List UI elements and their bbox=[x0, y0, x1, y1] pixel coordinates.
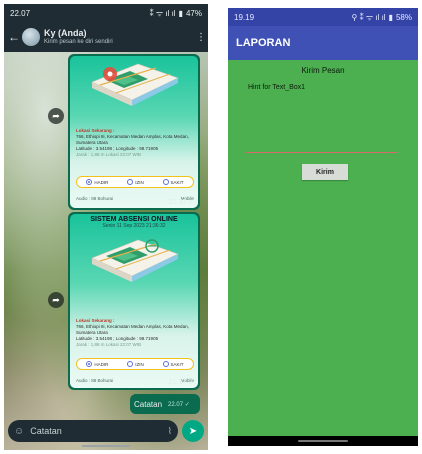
status-bar: 19.19 ⚲ ⁑ ᯤ ıl ıl ▮ 58% bbox=[228, 8, 418, 26]
attendance-options: HADIR IZIN SAKIT bbox=[76, 176, 194, 188]
card-date: Senin 11 Sep 2023 21:36:32 bbox=[102, 223, 166, 229]
emoji-icon[interactable]: ☺ bbox=[14, 426, 24, 437]
form-title: Kirim Pesan bbox=[301, 66, 345, 75]
send-button[interactable]: Kirim bbox=[302, 164, 348, 180]
text-box-hint[interactable]: Hint for Text_Box1 bbox=[248, 84, 305, 91]
message-time: 22.07 ✓ bbox=[168, 401, 190, 408]
battery-icon: ▮ bbox=[388, 12, 393, 22]
battery-level: 58% bbox=[395, 12, 412, 22]
contact-name: Ky (Anda) bbox=[44, 27, 87, 38]
battery-icon: ▮ bbox=[178, 8, 183, 18]
chat-title[interactable]: Ky (Anda) Kirim pesan ke diri sendiri bbox=[44, 27, 196, 45]
location-info: Lokasi Sekarang : 766, Ethiopi 8i, Kecam… bbox=[76, 128, 189, 158]
option-izin[interactable]: IZIN bbox=[127, 361, 144, 367]
arrow-left-icon[interactable]: ← bbox=[8, 30, 20, 44]
home-indicator[interactable] bbox=[298, 440, 348, 442]
message-composer[interactable]: ☺ Catatan ⌇ bbox=[8, 420, 178, 442]
message-bubble[interactable]: SISTEM ABSENSI ONLINE Senin 11 Sep 2023 … bbox=[68, 212, 200, 390]
message-time: 21.37 ✓ bbox=[168, 379, 194, 386]
text-message-bubble[interactable]: Catatan 22.07 ✓ bbox=[130, 394, 200, 414]
forward-icon[interactable]: ➦ bbox=[48, 108, 64, 124]
forward-icon[interactable]: ➦ bbox=[48, 292, 64, 308]
battery-level: 47% bbox=[185, 8, 202, 18]
status-bar: 22.07 ⁑ ᯤ ıl ıl ▮ 47% bbox=[4, 4, 208, 22]
attendance-card: SISTEM ABSENSI ONLINE Senin 11 Sep 2023 … bbox=[70, 214, 198, 388]
home-indicator[interactable] bbox=[82, 445, 130, 447]
paperclip-icon[interactable]: ⌇ bbox=[168, 426, 172, 437]
chat-header: ← Ky (Anda) Kirim pesan ke diri sendiri … bbox=[4, 22, 208, 52]
report-screen: 19.19 ⚲ ⁑ ᯤ ıl ıl ▮ 58% LAPORAN Kirim Pe… bbox=[228, 8, 418, 446]
option-sakit[interactable]: SAKIT bbox=[162, 361, 184, 367]
contact-subtitle: Kirim pesan ke diri sendiri bbox=[44, 38, 113, 45]
message-input[interactable]: Catatan bbox=[30, 426, 161, 436]
attendance-options: HADIR IZIN SAKIT bbox=[76, 358, 194, 370]
option-hadir[interactable]: HADIR bbox=[86, 361, 108, 367]
attendance-card: Lokasi Sekarang : 766, Ethiopi 8i, Kecam… bbox=[70, 56, 198, 208]
message-bubble[interactable]: Lokasi Sekarang : 766, Ethiopi 8i, Kecam… bbox=[68, 54, 200, 210]
message-text: Catatan bbox=[134, 399, 163, 409]
card-title: SISTEM ABSENSI ONLINE bbox=[90, 216, 178, 223]
option-izin[interactable]: IZIN bbox=[127, 179, 144, 185]
status-time: 22.07 bbox=[10, 8, 31, 18]
signal-icons: ⁑ ᯤ ıl ıl bbox=[149, 8, 176, 18]
map-illustration bbox=[91, 63, 179, 106]
navigation-bar bbox=[228, 436, 418, 446]
send-icon: ➤ bbox=[188, 425, 198, 437]
app-bar: LAPORAN bbox=[228, 26, 418, 60]
text-box-underline[interactable] bbox=[246, 152, 398, 153]
option-sakit[interactable]: SAKIT bbox=[162, 179, 184, 185]
more-vert-icon[interactable]: ⋮ bbox=[196, 32, 206, 43]
message-time: 21.37 ✓ bbox=[168, 199, 194, 206]
chat-screen: 22.07 ⁑ ᯤ ıl ıl ▮ 47% ← Ky (Anda) Kirim … bbox=[4, 4, 208, 450]
location-info: Lokasi Sekarang : 766, Ethiopi 8i, Kecam… bbox=[76, 318, 189, 348]
signal-icons: ⚲ ⁑ ᯤ ıl ıl bbox=[351, 12, 386, 22]
avatar[interactable] bbox=[22, 28, 40, 46]
app-title: LAPORAN bbox=[236, 37, 291, 49]
status-time: 19.19 bbox=[234, 12, 255, 22]
option-hadir[interactable]: HADIR bbox=[86, 179, 108, 185]
map-illustration bbox=[91, 239, 179, 282]
send-button[interactable]: ➤ bbox=[182, 420, 204, 442]
